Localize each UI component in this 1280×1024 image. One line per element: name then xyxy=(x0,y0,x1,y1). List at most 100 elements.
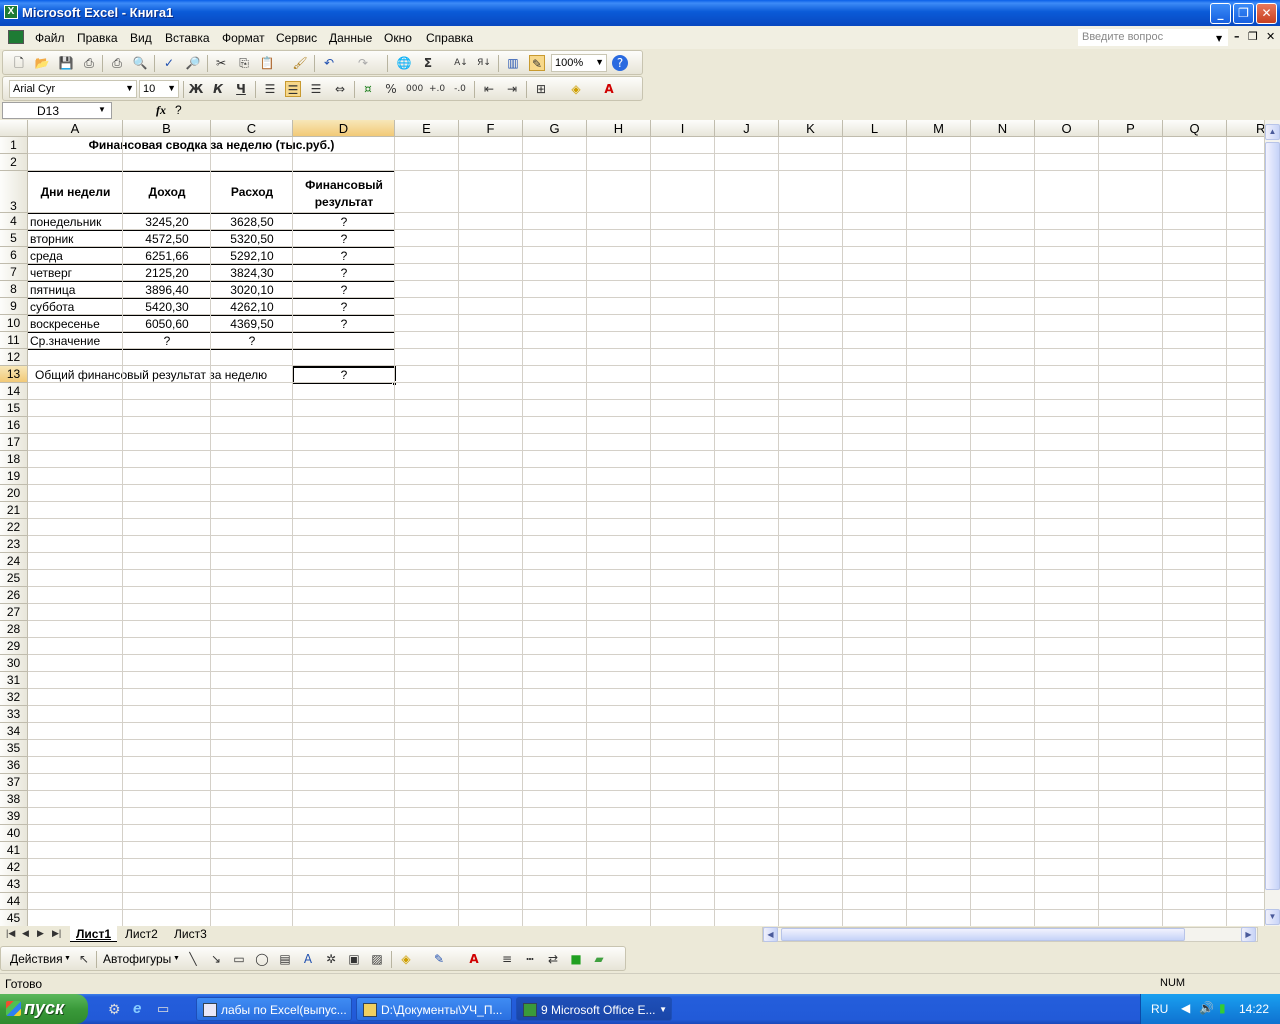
row-header[interactable]: 10 xyxy=(0,315,28,332)
ask-dropdown-icon[interactable]: ▼ xyxy=(1216,34,1222,43)
expense-cell[interactable]: 4369,50 xyxy=(211,317,293,331)
row-header[interactable]: 26 xyxy=(0,587,28,604)
align-left-icon[interactable]: ☰ xyxy=(262,81,278,97)
arrow-style-icon[interactable]: ⇄ xyxy=(545,951,561,967)
textbox-icon[interactable]: ▤ xyxy=(277,951,293,967)
help-icon[interactable]: ? xyxy=(612,55,628,71)
drawing-icon[interactable]: ✎ xyxy=(529,55,545,71)
expense-cell[interactable]: 4262,10 xyxy=(211,300,293,314)
chart-wizard-icon[interactable]: ▥ xyxy=(505,55,521,71)
menu-view[interactable]: Вид xyxy=(130,31,152,45)
open-folder-icon[interactable]: 📂 xyxy=(34,55,50,71)
column-header-c[interactable]: C xyxy=(211,120,293,137)
column-header-p[interactable]: P xyxy=(1099,120,1163,137)
cut-icon[interactable]: ✂ xyxy=(213,55,229,71)
font-size-select[interactable]: 10 ▼ xyxy=(139,80,179,98)
worksheet-grid[interactable]: A B C D E F G H I J K L M N O P Q R Фина… xyxy=(0,120,1264,926)
row-header[interactable]: 22 xyxy=(0,519,28,536)
result-cell[interactable]: ? xyxy=(293,232,395,246)
column-header-k[interactable]: K xyxy=(779,120,843,137)
income-cell[interactable]: 4572,50 xyxy=(123,232,211,246)
column-header-b[interactable]: B xyxy=(123,120,211,137)
row-header[interactable]: 27 xyxy=(0,604,28,621)
autoshapes-dropdown-icon[interactable]: ▼ xyxy=(173,955,180,962)
income-cell[interactable]: 5420,30 xyxy=(123,300,211,314)
tray-volume-icon[interactable]: 🔊 xyxy=(1199,1001,1214,1015)
tray-network-icon[interactable]: ▮ xyxy=(1219,1001,1226,1015)
expense-cell[interactable]: 5292,10 xyxy=(211,249,293,263)
paste-icon[interactable]: 📋 xyxy=(259,55,275,71)
autosum-icon[interactable]: Σ xyxy=(420,55,436,71)
close-button[interactable]: ✕ xyxy=(1256,3,1277,24)
dash-style-icon[interactable]: ┅ xyxy=(522,951,538,967)
name-box-dropdown-icon[interactable]: ▼ xyxy=(98,105,106,114)
currency-icon[interactable]: ¤ xyxy=(360,81,376,97)
column-header-m[interactable]: M xyxy=(907,120,971,137)
print-icon[interactable]: ⎙ xyxy=(109,55,125,71)
percent-button[interactable]: % xyxy=(383,81,399,97)
row-header[interactable]: 45 xyxy=(0,910,28,926)
redo-icon[interactable]: ↷ xyxy=(355,55,371,71)
column-header-i[interactable]: I xyxy=(651,120,715,137)
menu-file[interactable]: Файл xyxy=(35,31,65,45)
last-sheet-icon[interactable]: ▶| xyxy=(52,928,61,939)
menu-help[interactable]: Справка xyxy=(426,31,473,45)
row-header[interactable]: 31 xyxy=(0,672,28,689)
column-header-a[interactable]: A xyxy=(28,120,123,137)
quicklaunch-show-desktop-icon[interactable]: ⚙ xyxy=(108,1001,121,1018)
hyperlink-icon[interactable]: 🌐 xyxy=(396,55,412,71)
expense-cell[interactable]: 5320,50 xyxy=(211,232,293,246)
actions-dropdown-icon[interactable]: ▼ xyxy=(64,955,71,962)
row-header[interactable]: 42 xyxy=(0,859,28,876)
doc-minimize-button[interactable]: – xyxy=(1234,30,1240,43)
rectangle-icon[interactable]: ▭ xyxy=(231,951,247,967)
day-cell[interactable]: воскресенье xyxy=(30,317,100,331)
shadow-icon[interactable]: ■ xyxy=(568,951,584,967)
doc-restore-button[interactable]: ❐ xyxy=(1248,30,1258,43)
header-income[interactable]: Доход xyxy=(123,185,211,199)
save-icon[interactable]: 💾 xyxy=(58,55,74,71)
row-header[interactable]: 35 xyxy=(0,740,28,757)
3d-icon[interactable]: ▰ xyxy=(591,951,607,967)
diagram-icon[interactable]: ✲ xyxy=(323,951,339,967)
menu-format[interactable]: Формат xyxy=(222,31,265,45)
clock[interactable]: 14:22 xyxy=(1239,1002,1269,1016)
row-header[interactable]: 6 xyxy=(0,247,28,264)
new-document-icon[interactable]: 🗋 xyxy=(11,55,27,71)
row-header[interactable]: 5 xyxy=(0,230,28,247)
income-cell[interactable]: 6251,66 xyxy=(123,249,211,263)
row-header[interactable]: 17 xyxy=(0,434,28,451)
column-header-h[interactable]: H xyxy=(587,120,651,137)
picture-icon[interactable]: ▨ xyxy=(369,951,385,967)
next-sheet-icon[interactable]: ▶ xyxy=(37,928,44,939)
result-cell[interactable]: ? xyxy=(293,283,395,297)
restore-button[interactable]: ❐ xyxy=(1233,3,1254,24)
expense-cell[interactable]: 3020,10 xyxy=(211,283,293,297)
align-right-icon[interactable]: ☰ xyxy=(308,81,324,97)
row-header[interactable]: 41 xyxy=(0,842,28,859)
row-header[interactable]: 3 xyxy=(0,171,28,213)
task-excel-group[interactable]: 9 Microsoft Office E... ▼ xyxy=(516,997,672,1021)
decrease-indent-icon[interactable]: ⇤ xyxy=(481,81,497,97)
formula-input[interactable]: ? xyxy=(175,103,182,117)
row-header[interactable]: 33 xyxy=(0,706,28,723)
row-header[interactable]: 20 xyxy=(0,485,28,502)
tab-sheet3[interactable]: Лист3 xyxy=(168,926,213,942)
tab-sheet2[interactable]: Лист2 xyxy=(119,926,164,942)
row-header[interactable]: 29 xyxy=(0,638,28,655)
row-header[interactable]: 18 xyxy=(0,451,28,468)
row-header[interactable]: 4 xyxy=(0,213,28,230)
zoom-select[interactable]: 100% ▼ xyxy=(551,54,607,72)
row-header[interactable]: 12 xyxy=(0,349,28,366)
italic-button[interactable]: К xyxy=(210,81,226,97)
row-header[interactable]: 40 xyxy=(0,825,28,842)
day-cell[interactable]: суббота xyxy=(30,300,74,314)
row-header[interactable]: 34 xyxy=(0,723,28,740)
menu-tools[interactable]: Сервис xyxy=(276,31,317,45)
line-style-icon[interactable]: ≡ xyxy=(499,951,515,967)
result-cell[interactable]: ? xyxy=(293,266,395,280)
prev-sheet-icon[interactable]: ◀ xyxy=(22,928,29,939)
row-header[interactable]: 32 xyxy=(0,689,28,706)
row-header[interactable]: 11 xyxy=(0,332,28,349)
permission-icon[interactable]: ⎙ xyxy=(81,55,97,71)
